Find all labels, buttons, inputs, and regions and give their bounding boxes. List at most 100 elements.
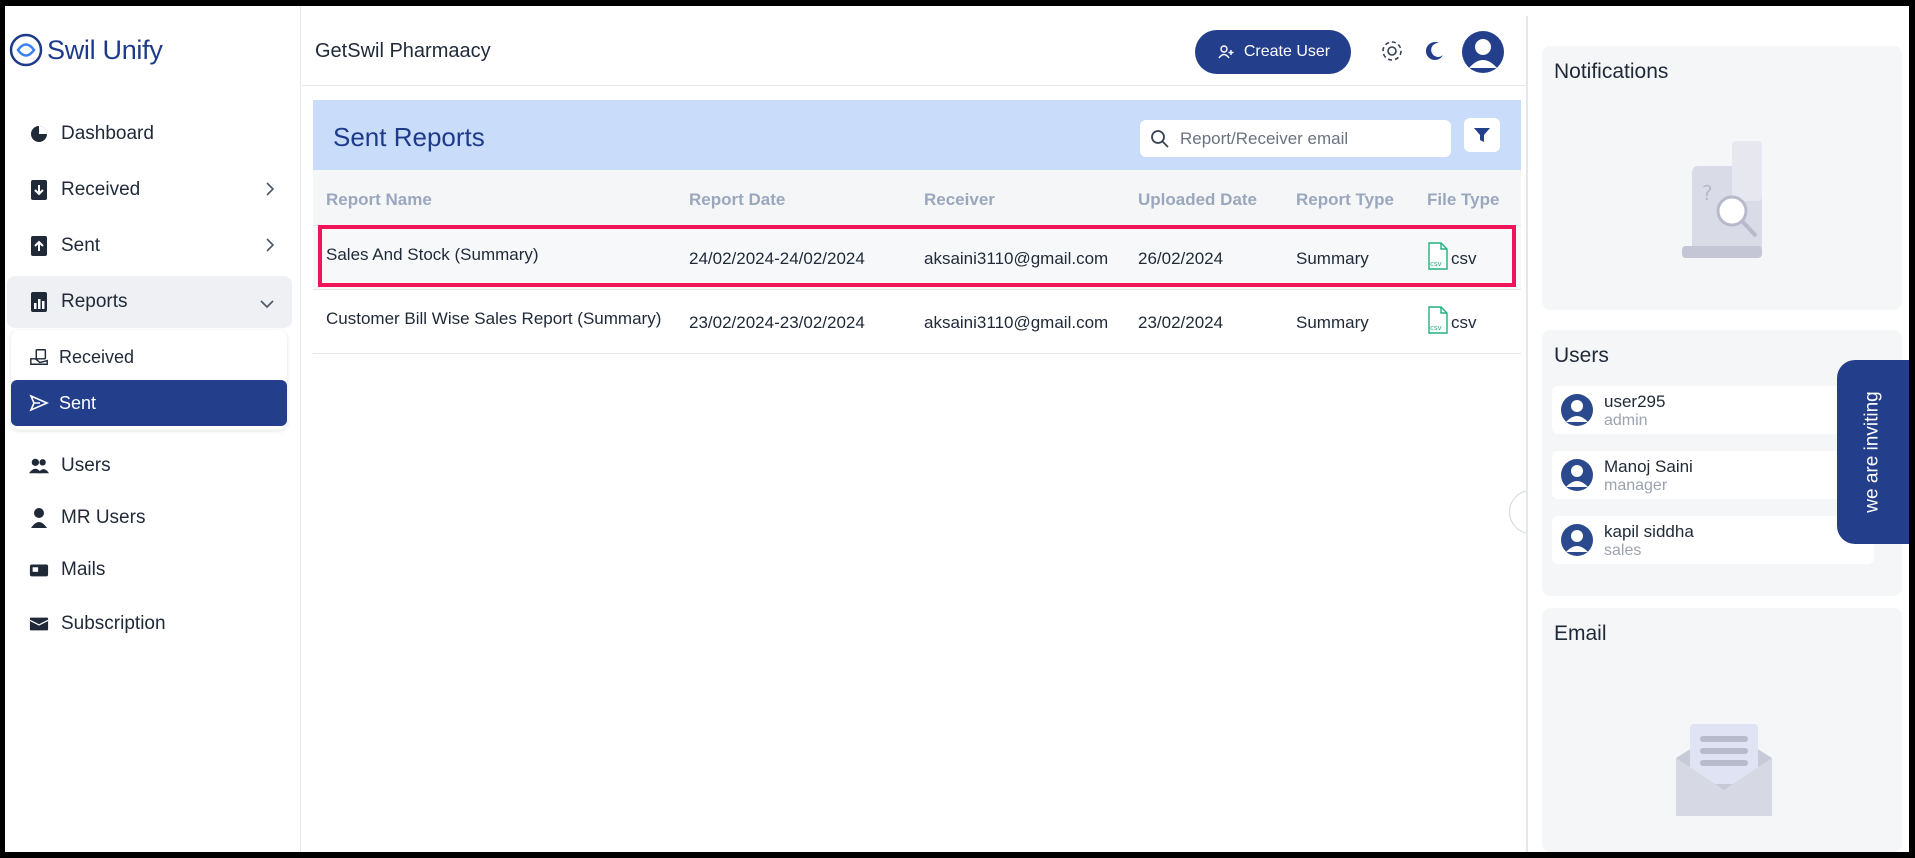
csv-file-icon: csv [1427,306,1449,339]
users-title: Users [1554,344,1609,367]
sidebar-item-mails[interactable]: Mails [7,544,292,596]
sidebar-item-label: Subscription [61,613,166,634]
column-header[interactable]: Uploaded Date [1138,190,1257,210]
hand-doc-icon [29,347,49,367]
sidebar-item-label: Sent [61,235,101,256]
chevron-right-icon [264,180,276,204]
create-user-label: Create User [1243,43,1331,60]
table-row[interactable]: Sales And Stock (Summary) 24/02/2024-24/… [313,226,1521,290]
user-role: sales [1604,542,1642,559]
report-type: Summary [1296,313,1369,332]
sidebar-item-reports[interactable]: Reports [7,276,292,328]
upload-doc-icon [29,236,49,256]
svg-text:?: ? [1702,181,1713,205]
search-icon [1150,129,1170,149]
add-user-icon [1216,42,1236,62]
user-item[interactable]: user295 admin [1552,386,1874,434]
sidebar-item-users[interactable]: Users [7,440,292,492]
svg-text:csv: csv [1430,260,1442,268]
column-header[interactable]: File Type [1427,190,1499,210]
file-type-label: csv [1451,248,1477,268]
column-header[interactable]: Report Name [326,190,432,210]
empty-email-icon [1672,718,1776,827]
subscription-icon [29,614,49,634]
user-name: Manoj Saini [1604,457,1693,476]
top-bar: GetSwil Pharmaacy Create User [302,6,1534,86]
gear-icon[interactable] [1379,38,1405,64]
avatar[interactable] [1461,30,1505,74]
create-user-button[interactable]: Create User [1195,30,1351,74]
chevron-down-icon [258,294,276,316]
moon-icon[interactable] [1422,38,1448,64]
report-date: 24/02/2024-24/02/2024 [689,249,865,268]
brand-name: Swil Unify [47,34,163,65]
report-name: Customer Bill Wise Sales Report (Summary… [326,309,662,328]
reports-header: Sent Reports [313,100,1521,170]
logo-icon [9,33,43,67]
filter-icon [1472,125,1492,145]
download-doc-icon [29,180,49,200]
filter-button[interactable] [1464,118,1500,152]
table-header: Report Name Report Date Receiver Uploade… [313,170,1521,226]
user-role: admin [1604,412,1648,429]
receiver-email: aksaini3110@gmail.com [924,249,1109,268]
sidebar-item-label: MR Users [61,507,146,528]
notifications-card: Notifications ? [1542,46,1902,310]
uploaded-date: 23/02/2024 [1138,313,1224,332]
send-icon [29,393,49,413]
user-name: user295 [1604,392,1666,411]
submenu-item-received[interactable]: Received [11,334,287,380]
app-window: Swil Unify Dashboard Received Sent Repor… [5,6,1909,852]
sidebar: Swil Unify Dashboard Received Sent Repor… [5,6,301,852]
submenu-item-sent[interactable]: Sent [11,380,287,426]
page-title: Sent Reports [333,122,485,152]
file-type[interactable]: csv csv [1427,242,1477,275]
sidebar-item-label: Received [61,179,141,200]
sidebar-item-label: Reports [61,291,128,312]
submenu-item-label: Received [59,346,135,367]
search-box [1140,120,1451,157]
column-header[interactable]: Report Date [689,190,785,210]
sidebar-item-label: Dashboard [61,123,154,144]
sidebar-item-mr-users[interactable]: MR Users [7,492,292,544]
column-header[interactable]: Report Type [1296,190,1394,210]
reports-submenu: Received Sent [11,330,287,430]
sidebar-item-label: Users [61,455,111,476]
mailbox-icon [29,560,49,580]
email-card: Email [1542,608,1902,852]
file-type[interactable]: csv csv [1427,306,1477,339]
email-title: Email [1554,622,1607,645]
invite-tab[interactable]: we are inviting [1837,360,1909,544]
brand-logo[interactable]: Swil Unify [9,30,163,70]
company-name: GetSwil Pharmaacy [315,40,491,62]
sidebar-item-dashboard[interactable]: Dashboard [7,108,292,160]
user-role: manager [1604,477,1668,494]
sidebar-item-subscription[interactable]: Subscription [7,598,292,650]
empty-notifications-icon: ? [1672,136,1782,271]
report-type: Summary [1296,249,1369,268]
submenu-item-label: Sent [59,392,97,413]
pie-chart-icon [29,124,49,144]
avatar [1560,393,1594,427]
column-header[interactable]: Receiver [924,190,995,210]
svg-text:csv: csv [1430,324,1442,332]
avatar [1560,458,1594,492]
chevron-right-icon [264,236,276,260]
file-type-label: csv [1451,312,1477,332]
table-row[interactable]: Customer Bill Wise Sales Report (Summary… [313,290,1521,354]
user-item[interactable]: Manoj Saini manager [1552,451,1874,499]
invite-label: we are inviting [1862,391,1884,513]
receiver-email: aksaini3110@gmail.com [924,313,1109,332]
sidebar-item-label: Mails [61,559,106,580]
search-input[interactable] [1180,128,1440,149]
csv-file-icon: csv [1427,242,1449,275]
sidebar-item-sent[interactable]: Sent [7,220,292,272]
uploaded-date: 26/02/2024 [1138,249,1224,268]
report-icon [29,292,49,312]
report-date: 23/02/2024-23/02/2024 [689,313,865,332]
avatar [1560,523,1594,557]
mr-user-icon [29,508,49,528]
sidebar-item-received[interactable]: Received [7,164,292,216]
user-name: kapil siddha [1604,522,1694,541]
user-item[interactable]: kapil siddha sales [1552,516,1874,564]
